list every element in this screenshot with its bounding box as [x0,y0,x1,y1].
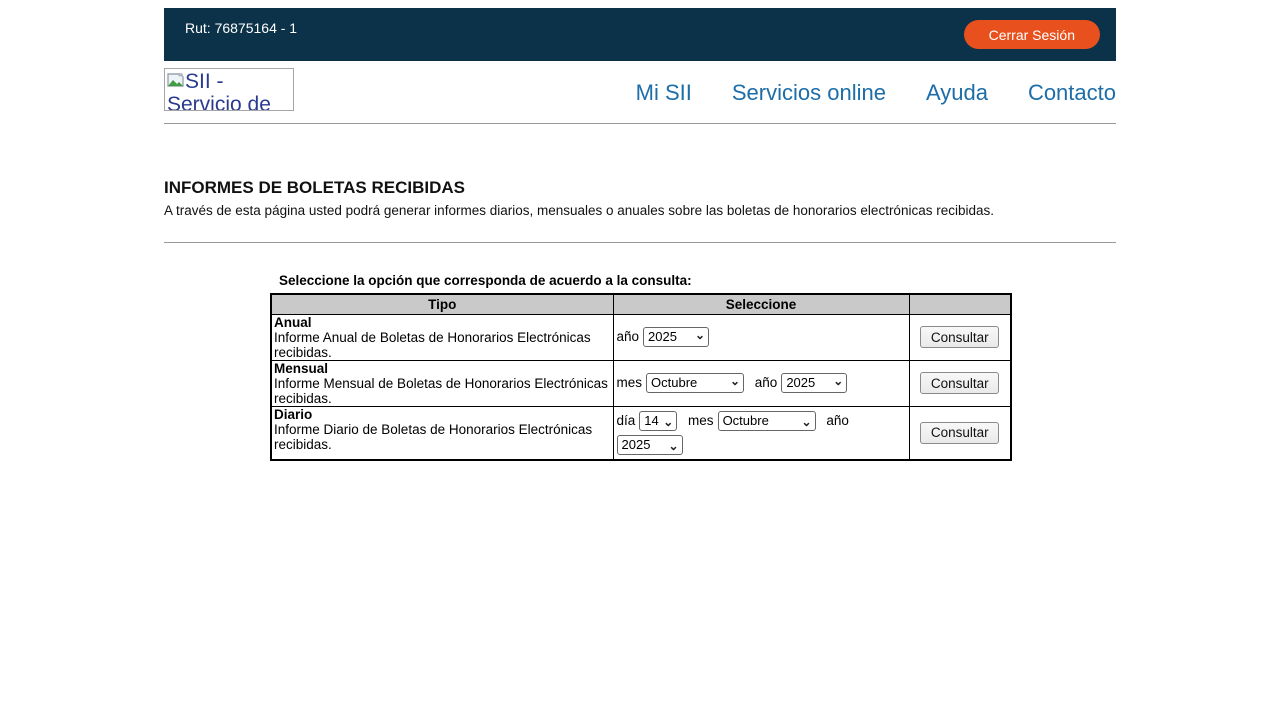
page-description: A través de esta página usted podrá gene… [164,203,1116,218]
tipo-cell: Anual Informe Anual de Boletas de Honora… [271,314,613,360]
nav-item-servicios-online[interactable]: Servicios online [732,80,886,106]
broken-image-icon [167,73,184,88]
action-cell: Consultar [909,314,1011,360]
seleccione-cell: mesOctubre⌄ año2025⌄ [613,360,909,406]
row-description: Informe Mensual de Boletas de Honorarios… [274,376,608,406]
brand-nav-row: SII - Servicio de Mi SII Servicios onlin… [164,61,1116,123]
page-title: INFORMES DE BOLETAS RECIBIDAS [164,178,1116,198]
anual-year-select[interactable]: 2025 [643,327,709,347]
header-divider [164,123,1116,124]
consulta-section: Seleccione la opción que corresponda de … [270,273,1116,461]
row-type-label: Diario [274,407,312,422]
row-type-label: Anual [274,315,312,330]
nav-item-mi-sii[interactable]: Mi SII [636,80,692,106]
consulta-caption: Seleccione la opción que corresponda de … [279,273,1116,288]
month-field: mesOctubre⌄ [617,375,748,390]
tipo-cell: Diario Informe Diario de Boletas de Hono… [271,406,613,460]
table-row-diario: Diario Informe Diario de Boletas de Hono… [271,406,1011,460]
sii-logo[interactable]: SII - Servicio de [164,68,294,111]
nav-item-ayuda[interactable]: Ayuda [926,80,988,106]
page-container: Rut: 76875164 - 1 Cerrar Sesión SII - Se… [164,0,1116,461]
consulta-table: Tipo Seleccione Anual Informe Anual de B… [270,293,1012,461]
main-nav: Mi SII Servicios online Ayuda Contacto [636,80,1116,106]
table-header-row: Tipo Seleccione [271,294,1011,314]
column-header-seleccione: Seleccione [613,294,909,314]
year-field: año2025⌄ [755,375,848,390]
consultar-anual-button[interactable]: Consultar [920,326,999,348]
seleccione-cell: día14⌄ mesOctubre⌄ año 2025⌄ [613,406,909,460]
consultar-mensual-button[interactable]: Consultar [920,372,999,394]
content-divider [164,242,1116,243]
rut-label: Rut: 76875164 - 1 [185,20,297,36]
column-header-tipo: Tipo [271,294,613,314]
year-label: año [755,375,778,390]
table-row-mensual: Mensual Informe Mensual de Boletas de Ho… [271,360,1011,406]
diario-year-select[interactable]: 2025 [617,435,683,455]
tipo-cell: Mensual Informe Mensual de Boletas de Ho… [271,360,613,406]
consultar-diario-button[interactable]: Consultar [920,422,999,444]
diario-fields-line-2: 2025⌄ [617,433,907,457]
logout-button[interactable]: Cerrar Sesión [964,20,1100,49]
action-cell: Consultar [909,406,1011,460]
row-type-label: Mensual [274,361,328,376]
year-label: año [617,329,640,344]
month-label: mes [617,375,643,390]
month-label: mes [688,413,714,428]
day-label: día [617,413,636,428]
diario-month-select[interactable]: Octubre [718,411,816,431]
mensual-month-select[interactable]: Octubre [646,373,744,393]
session-topbar: Rut: 76875164 - 1 Cerrar Sesión [164,8,1116,61]
day-field: día14⌄ [617,413,682,428]
mensual-year-select[interactable]: 2025 [781,373,847,393]
nav-item-contacto[interactable]: Contacto [1028,80,1116,106]
row-description: Informe Anual de Boletas de Honorarios E… [274,330,591,360]
year-field: año2025⌄ [617,329,710,344]
month-field: mesOctubre⌄ [688,413,819,428]
table-row-anual: Anual Informe Anual de Boletas de Honora… [271,314,1011,360]
diario-fields-line-1: día14⌄ mesOctubre⌄ año [617,409,907,433]
row-description: Informe Diario de Boletas de Honorarios … [274,422,592,452]
diario-day-select[interactable]: 14 [639,411,677,431]
action-cell: Consultar [909,360,1011,406]
seleccione-cell: año2025⌄ [613,314,909,360]
year-label: año [826,413,849,428]
column-header-accion [909,294,1011,314]
